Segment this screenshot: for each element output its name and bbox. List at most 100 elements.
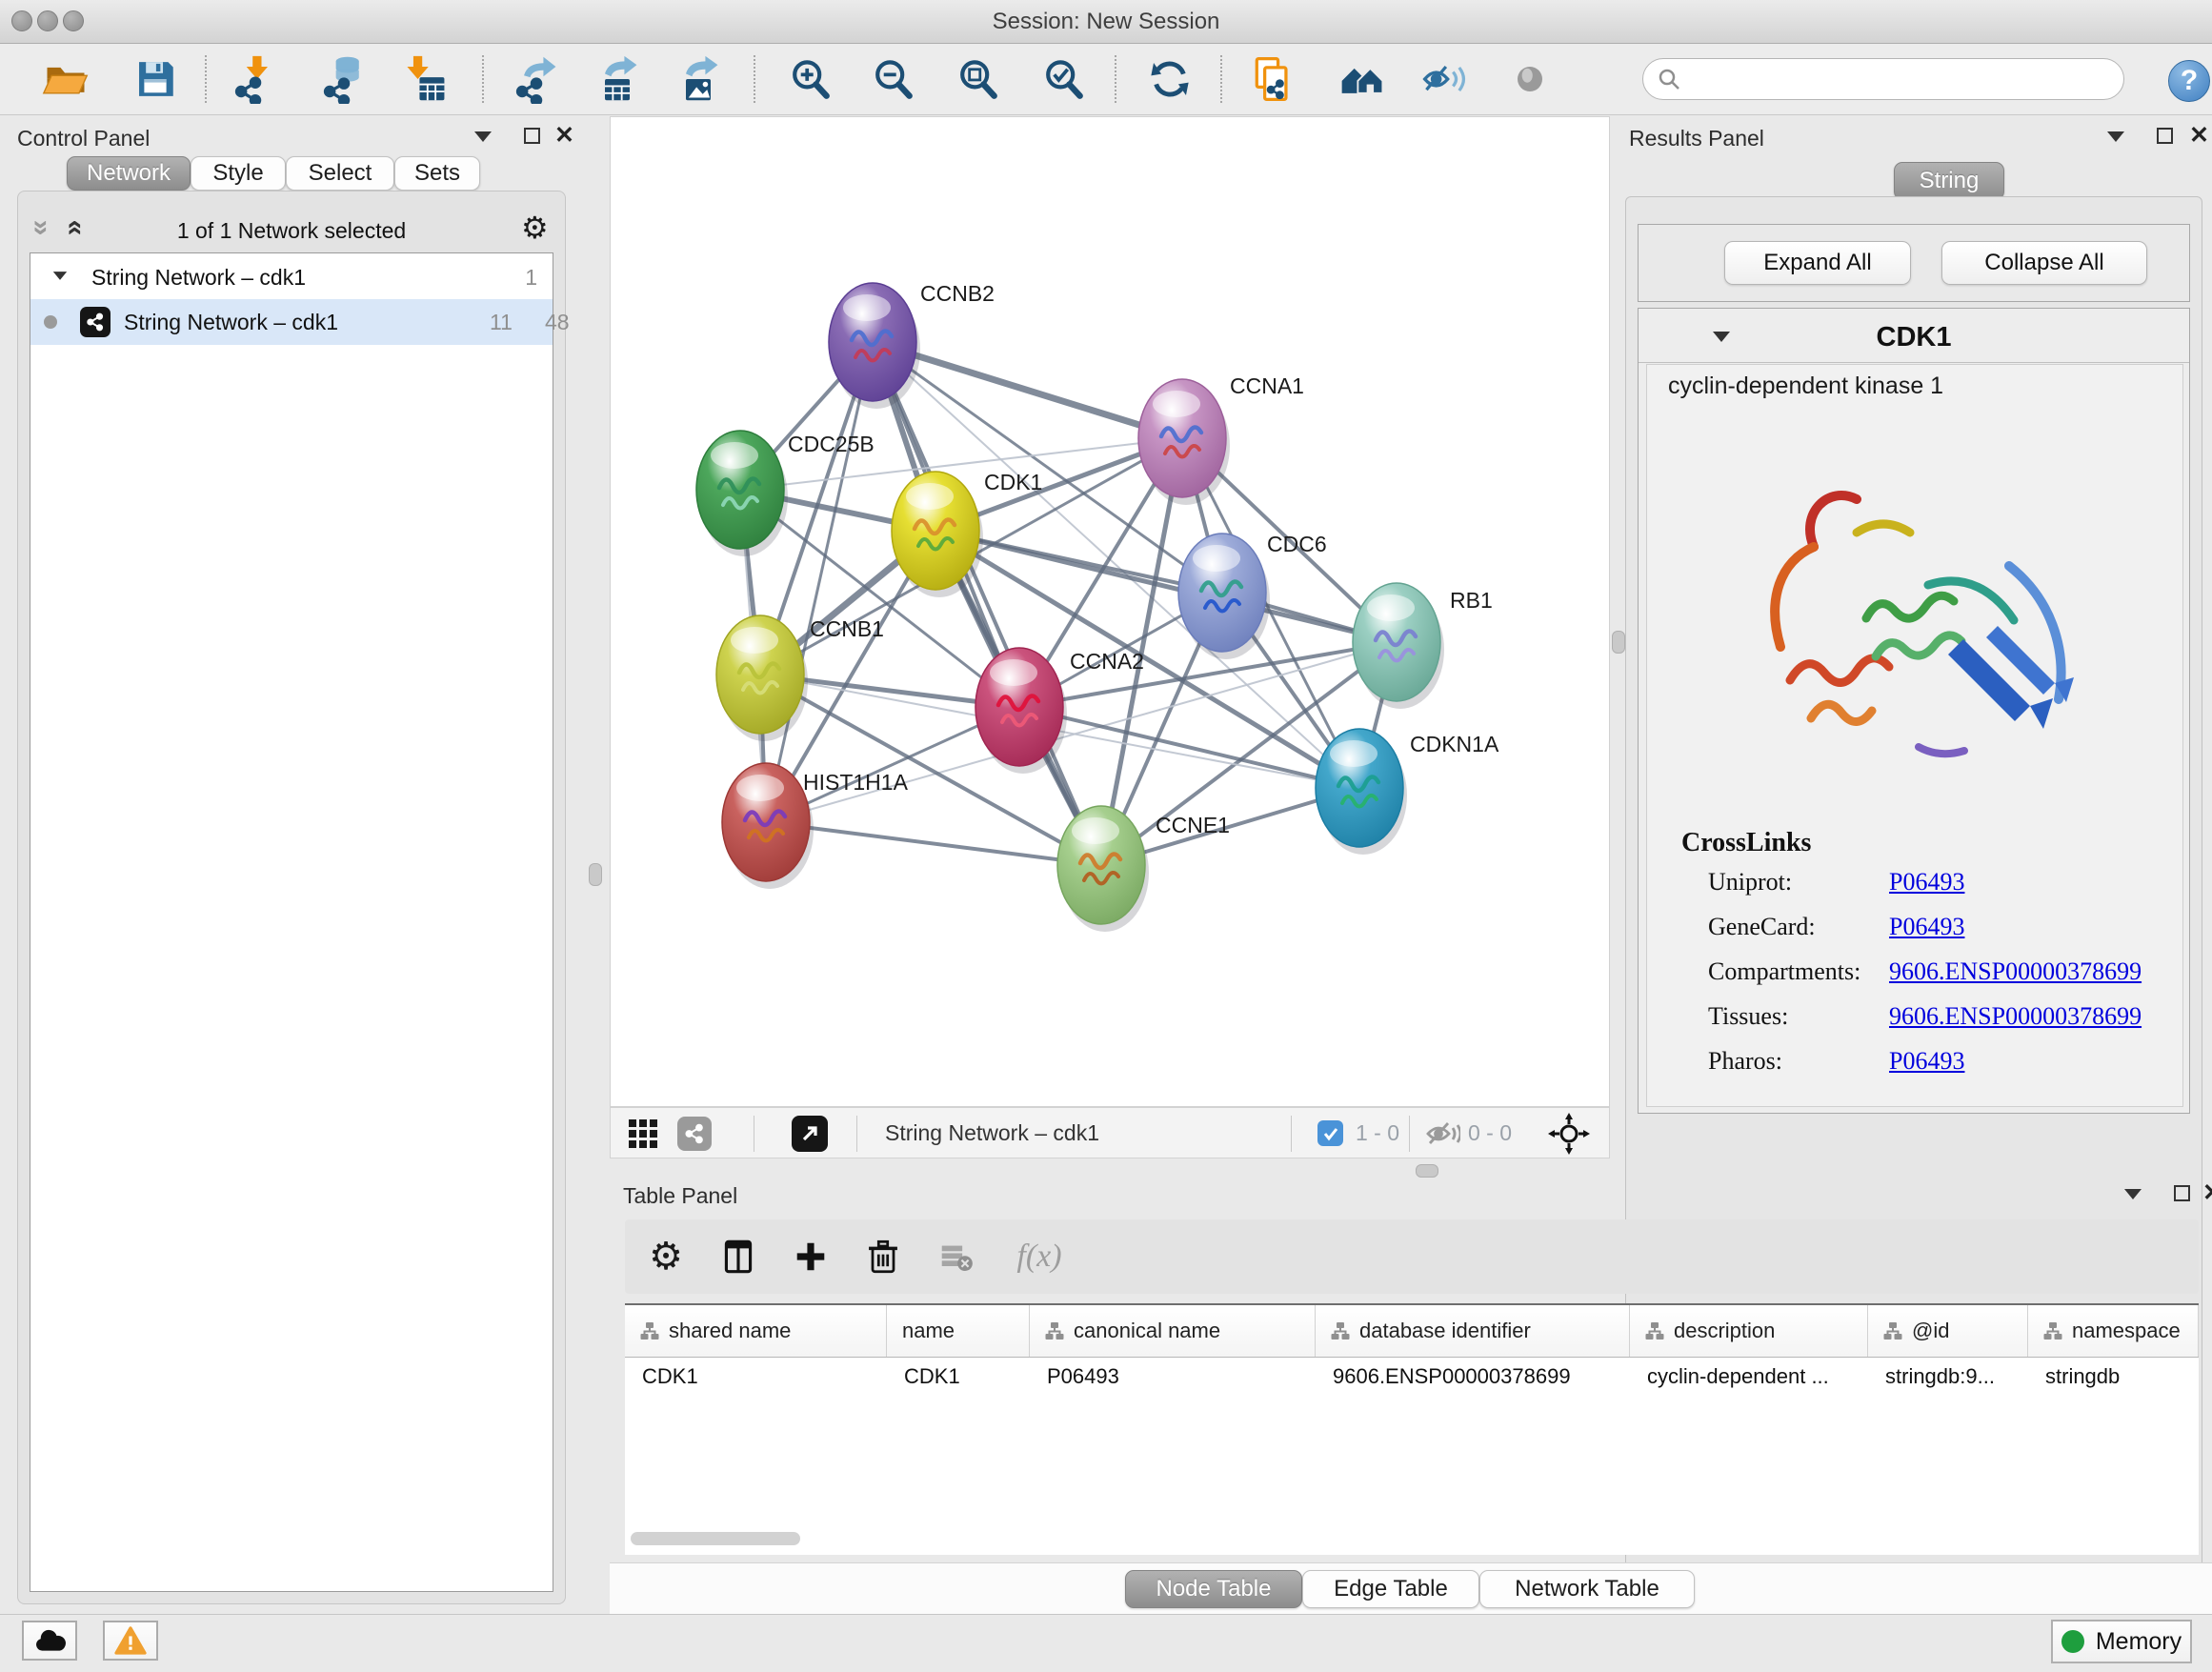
show-all-button[interactable] — [1503, 52, 1557, 106]
birdseye-grid-icon[interactable] — [628, 1118, 658, 1149]
search-input[interactable] — [1642, 58, 2124, 100]
table-cell[interactable]: P06493 — [1030, 1358, 1316, 1396]
results-panel-close-icon[interactable]: ✕ — [2189, 126, 2209, 145]
network-graph[interactable]: CCNB2CCNA1CDC25BCDK1CDC6RB1CCNB1CCNA2CDK… — [611, 117, 1609, 1106]
add-column-button[interactable] — [787, 1233, 835, 1280]
export-image-button[interactable] — [672, 52, 725, 106]
hidden-count: 0 - 0 — [1468, 1108, 1512, 1158]
open-session-button[interactable] — [39, 52, 92, 106]
network-panel-body: » « 1 of 1 Network selected ⚙ String Net… — [17, 191, 566, 1604]
tab-string[interactable]: String — [1894, 162, 2004, 200]
graph-node-CDC6[interactable] — [1178, 534, 1270, 659]
table-header--id[interactable]: @id — [1868, 1305, 2028, 1357]
graph-node-label-CDKN1A: CDKN1A — [1410, 732, 1499, 756]
fit-selected-crosshair-icon[interactable] — [1548, 1113, 1590, 1155]
network-canvas[interactable]: CCNB2CCNA1CDC25BCDK1CDC6RB1CCNB1CCNA2CDK… — [610, 116, 1610, 1107]
table-cell[interactable]: 9606.ENSP00000378699 — [1316, 1358, 1630, 1396]
export-table-button[interactable] — [591, 52, 644, 106]
home-button[interactable] — [1336, 52, 1389, 106]
collection-label: String Network – cdk1 — [91, 265, 306, 291]
results-panel-float-icon[interactable] — [2157, 128, 2173, 144]
table-settings-button[interactable]: ⚙ — [642, 1233, 690, 1280]
network-row-selected[interactable]: String Network – cdk1 11 48 — [30, 299, 553, 345]
graph-node-CCNB2[interactable] — [829, 283, 920, 409]
refresh-button[interactable] — [1143, 52, 1196, 106]
protein-header[interactable]: CDK1 — [1639, 309, 2189, 363]
table-header-shared-name[interactable]: shared name — [625, 1305, 887, 1357]
table-cell[interactable]: CDK1 — [625, 1358, 887, 1396]
graph-node-CCNE1[interactable] — [1057, 806, 1149, 932]
left-splitter-handle[interactable] — [589, 863, 602, 886]
tab-select[interactable]: Select — [286, 156, 394, 191]
string-badge-icon[interactable] — [677, 1117, 712, 1151]
table-cell[interactable]: stringdb:9... — [1868, 1358, 2028, 1396]
horizontal-splitter-handle[interactable] — [1416, 1164, 1438, 1178]
delete-column-button[interactable] — [859, 1233, 907, 1280]
show-columns-button[interactable] — [714, 1233, 762, 1280]
tab-node-table[interactable]: Node Table — [1125, 1570, 1302, 1608]
collapse-all-button[interactable]: Collapse All — [1941, 241, 2147, 285]
tab-sets[interactable]: Sets — [394, 156, 480, 191]
import-network-button[interactable] — [229, 52, 282, 106]
table-header-description[interactable]: description — [1630, 1305, 1868, 1357]
export-network-button[interactable] — [510, 52, 563, 106]
help-button[interactable]: ? — [2168, 60, 2210, 102]
annotations-button[interactable] — [1246, 52, 1299, 106]
table-row[interactable]: CDK1CDK1P064939606.ENSP00000378699cyclin… — [625, 1358, 2199, 1396]
network-collection-row[interactable]: String Network – cdk1 1 — [30, 255, 553, 299]
control-panel-close-icon[interactable]: ✕ — [554, 126, 574, 145]
table-header-database-identifier[interactable]: database identifier — [1316, 1305, 1630, 1357]
crosslink-link[interactable]: 9606.ENSP00000378699 — [1889, 957, 2142, 986]
table-panel-collapse-icon[interactable] — [2124, 1189, 2142, 1199]
crosslink-link[interactable]: P06493 — [1889, 1047, 1964, 1076]
import-database-button[interactable] — [317, 52, 371, 106]
crosslink-link[interactable]: 9606.ENSP00000378699 — [1889, 1002, 2142, 1031]
control-panel-collapse-icon[interactable] — [474, 131, 492, 142]
hidden-eye-icon[interactable] — [1424, 1119, 1460, 1148]
network-options-gear-icon[interactable]: ⚙ — [521, 212, 549, 243]
graph-node-CCNA2[interactable] — [975, 648, 1067, 774]
table-toolbar: ⚙ f(x) — [625, 1219, 2199, 1294]
table-panel-float-icon[interactable] — [2174, 1185, 2190, 1201]
warning-status-button[interactable] — [103, 1621, 158, 1661]
graph-node-CCNB1[interactable] — [716, 615, 808, 741]
crosslink-link[interactable]: P06493 — [1889, 913, 1964, 941]
graph-edge-HIST1H1A-CCNE1[interactable] — [766, 822, 1101, 865]
tab-network[interactable]: Network — [67, 156, 191, 191]
table-cell[interactable]: stringdb — [2028, 1358, 2199, 1396]
table-cell[interactable]: CDK1 — [887, 1358, 1030, 1396]
tab-edge-table[interactable]: Edge Table — [1302, 1570, 1479, 1608]
selected-checkbox-icon[interactable] — [1317, 1120, 1343, 1146]
tab-style[interactable]: Style — [191, 156, 286, 191]
memory-button[interactable]: Memory — [2051, 1620, 2192, 1663]
tab-network-table[interactable]: Network Table — [1479, 1570, 1695, 1608]
graph-node-RB1[interactable] — [1353, 583, 1444, 709]
table-header-name[interactable]: name — [887, 1305, 1030, 1357]
expand-all-button[interactable]: Expand All — [1724, 241, 1911, 285]
zoom-in-button[interactable] — [783, 52, 836, 106]
cloud-status-button[interactable] — [22, 1621, 77, 1661]
graph-node-HIST1H1A[interactable] — [722, 763, 814, 889]
save-session-button[interactable] — [129, 52, 182, 106]
table-panel-close-icon[interactable]: ✕ — [2202, 1183, 2212, 1202]
results-panel-collapse-icon[interactable] — [2107, 131, 2124, 142]
import-table-button[interactable] — [398, 52, 452, 106]
table-header-canonical-name[interactable]: canonical name — [1030, 1305, 1316, 1357]
graph-node-label-CDK1: CDK1 — [984, 470, 1042, 494]
table-header-namespace[interactable]: namespace — [2028, 1305, 2199, 1357]
graph-edge-CCNA2-CDKN1A[interactable] — [1019, 707, 1359, 788]
graph-edge-CCNB2-HIST1H1A[interactable] — [766, 342, 873, 822]
zoom-out-button[interactable] — [866, 52, 919, 106]
graph-node-CDKN1A[interactable] — [1316, 729, 1407, 855]
control-panel-float-icon[interactable] — [524, 128, 540, 144]
crosslink-link[interactable]: P06493 — [1889, 868, 1964, 896]
open-in-new-icon[interactable] — [792, 1116, 828, 1152]
graph-node-CDK1[interactable] — [892, 472, 983, 597]
table-cell[interactable]: cyclin-dependent ... — [1630, 1358, 1868, 1396]
crosslinks-list: Uniprot:P06493GeneCard:P06493Compartment… — [1647, 868, 2182, 1097]
collection-expand-icon[interactable] — [53, 272, 67, 280]
zoom-selected-button[interactable] — [1036, 52, 1090, 106]
table-horizontal-scrollbar[interactable] — [631, 1532, 800, 1545]
zoom-fit-button[interactable] — [951, 52, 1004, 106]
hide-selected-button[interactable] — [1418, 52, 1471, 106]
